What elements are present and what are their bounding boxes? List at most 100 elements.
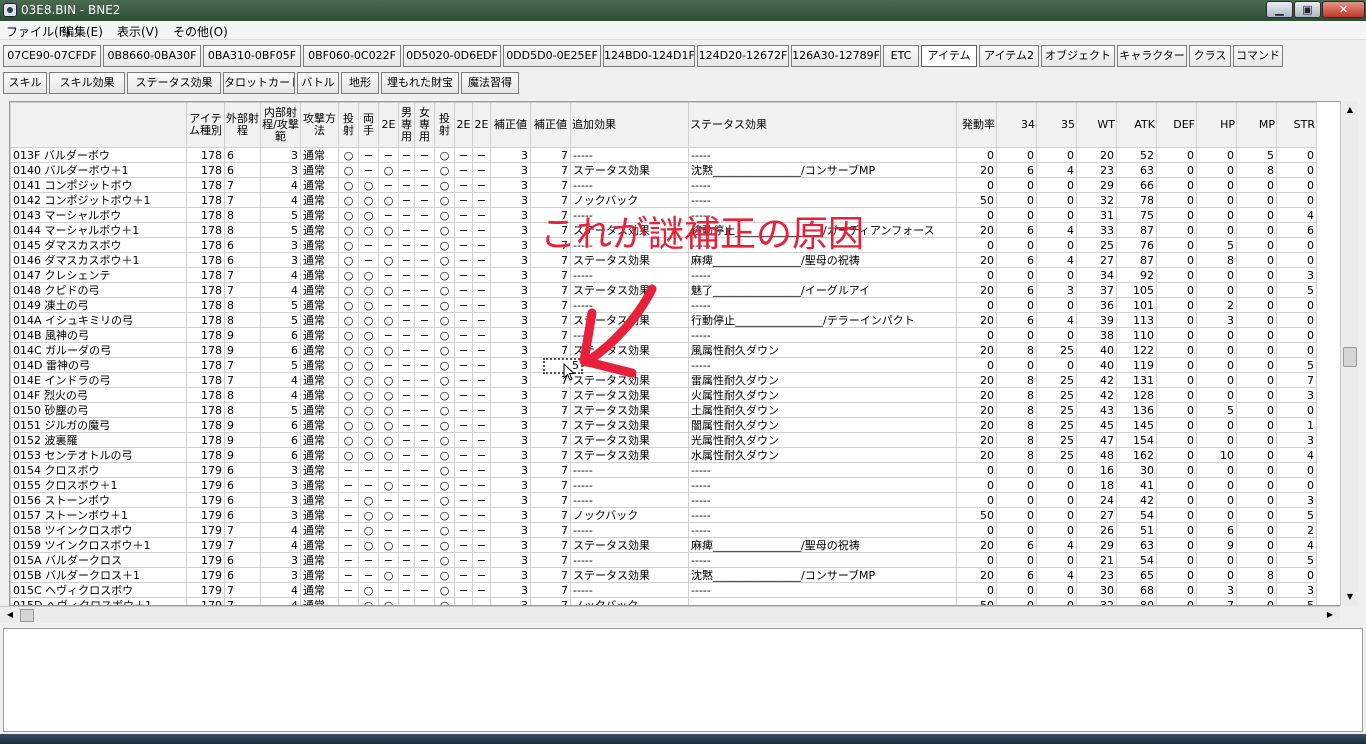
table-cell[interactable]: − (472, 312, 491, 328)
table-cell[interactable]: 3 (490, 507, 531, 523)
table-cell[interactable]: 通常 (300, 342, 339, 358)
table-cell[interactable]: − (472, 462, 491, 478)
table-row[interactable]: 0147 クレシェンテ 178 7 4 通常 ○ ○ − − − ○ − −3 7 ----- ----- 0 0… (10, 267, 1317, 283)
table-cell[interactable]: 0 (1156, 432, 1197, 448)
table-cell[interactable]: 土属性耐久ダウン (688, 402, 957, 418)
table-cell[interactable]: 0 (1156, 192, 1197, 208)
table-cell[interactable]: 20 (956, 162, 997, 178)
table-cell[interactable]: 0 (1196, 327, 1237, 343)
table-cell[interactable]: ○ (434, 597, 455, 605)
table-cell[interactable]: 20 (956, 402, 997, 418)
menu-other[interactable]: その他(O) (173, 23, 228, 40)
table-cell[interactable]: ○ (358, 312, 379, 328)
table-cell[interactable]: 0 (1036, 552, 1077, 568)
table-cell[interactable]: 8 (996, 402, 1037, 418)
table-cell[interactable]: 通常 (300, 567, 339, 583)
table-row[interactable]: 0148 クピドの弓 178 7 4 通常 ○ ○ ○ − − ○ − −3 7 ステータス効果 魅了____… (10, 282, 1317, 298)
table-cell[interactable]: 3 (490, 192, 531, 208)
table-cell[interactable]: 通常 (300, 402, 339, 418)
column-header-9[interactable]: 女専用 (414, 102, 435, 148)
table-cell[interactable]: − (472, 192, 491, 208)
table-cell[interactable]: 通常 (300, 207, 339, 223)
table-cell[interactable]: 65 (1116, 567, 1157, 583)
table-cell[interactable]: 通常 (300, 492, 339, 508)
table-cell[interactable]: 105 (1116, 282, 1157, 298)
table-cell[interactable]: 7 (530, 552, 571, 568)
table-cell[interactable]: ○ (338, 192, 359, 208)
table-cell[interactable]: − (378, 492, 399, 508)
table-cell[interactable]: − (414, 237, 435, 253)
table-cell[interactable]: 7 (530, 462, 571, 478)
table-cell[interactable]: 41 (1116, 477, 1157, 493)
table-cell[interactable]: 178 (186, 267, 225, 283)
table-cell[interactable]: ----- (570, 177, 689, 193)
table-cell[interactable]: 7 (530, 312, 571, 328)
table-cell[interactable]: ○ (358, 417, 379, 433)
table-cell[interactable]: 3 (490, 267, 531, 283)
table-cell[interactable]: 179 (186, 522, 225, 538)
table-cell[interactable]: 014B 風神の弓 (10, 327, 187, 343)
table-cell[interactable]: ----- (688, 477, 957, 493)
table-cell[interactable]: ○ (378, 252, 399, 268)
table-cell[interactable]: 119 (1116, 357, 1157, 373)
table-cell[interactable]: − (414, 432, 435, 448)
table-cell[interactable]: 7 (530, 177, 571, 193)
table-cell[interactable]: ----- (688, 597, 957, 605)
table-cell[interactable]: 4 (260, 372, 301, 388)
table-cell[interactable]: 0 (1236, 237, 1277, 253)
table-cell[interactable]: 0 (1156, 567, 1197, 583)
table-cell[interactable]: − (398, 447, 415, 463)
table-cell[interactable]: 3 (260, 567, 301, 583)
table-cell[interactable]: 0 (1156, 417, 1197, 433)
horizontal-scroll-thumb[interactable] (20, 609, 34, 622)
table-cell[interactable]: 4 (260, 282, 301, 298)
column-header-21[interactable]: ATK (1116, 102, 1157, 148)
table-cell[interactable]: 6 (996, 537, 1037, 553)
table-cell[interactable]: ○ (378, 222, 399, 238)
table-cell[interactable]: 3 (490, 297, 531, 313)
table-cell[interactable]: 3 (490, 597, 531, 605)
table-cell[interactable]: − (454, 477, 473, 493)
table-cell[interactable]: 0 (1036, 582, 1077, 598)
table-cell[interactable]: 4 (260, 192, 301, 208)
table-cell[interactable]: 0 (1196, 177, 1237, 193)
table-cell[interactable]: ○ (434, 177, 455, 193)
table-cell[interactable]: 52 (1116, 147, 1157, 163)
scroll-down-arrow-icon[interactable]: ▼ (1342, 589, 1358, 605)
table-cell[interactable]: 7 (530, 327, 571, 343)
table-cell[interactable]: 178 (186, 327, 225, 343)
table-cell[interactable]: − (378, 237, 399, 253)
table-cell[interactable]: 179 (186, 492, 225, 508)
table-cell[interactable]: ステータス効果 (570, 537, 689, 553)
table-cell[interactable]: 通常 (300, 237, 339, 253)
column-header-16[interactable]: ステータス効果 (688, 102, 957, 148)
table-cell[interactable]: 9 (224, 327, 261, 343)
table-cell[interactable]: ○ (358, 222, 379, 238)
table-cell[interactable]: 38 (1076, 327, 1117, 343)
table-cell[interactable]: 0 (1156, 177, 1197, 193)
table-cell[interactable]: 0 (1236, 327, 1277, 343)
table-cell[interactable]: 0 (996, 327, 1037, 343)
table-cell[interactable]: 0153 センテオトルの弓 (10, 447, 187, 463)
table-cell[interactable]: 0 (1156, 507, 1197, 523)
table-cell[interactable]: 4 (260, 597, 301, 605)
table-cell[interactable]: 通常 (300, 177, 339, 193)
table-cell[interactable]: 0 (1276, 192, 1317, 208)
table-cell[interactable]: 0 (956, 552, 997, 568)
table-cell[interactable]: 3 (260, 477, 301, 493)
table-cell[interactable]: 4 (260, 522, 301, 538)
table-cell[interactable]: 3 (260, 492, 301, 508)
table-cell[interactable]: − (454, 387, 473, 403)
table-cell[interactable]: − (414, 162, 435, 178)
table-cell[interactable]: ○ (434, 462, 455, 478)
table-cell[interactable]: 7 (1196, 597, 1237, 605)
table-cell[interactable]: 5 (260, 357, 301, 373)
table-cell[interactable]: 7 (530, 492, 571, 508)
table-cell[interactable]: 0 (956, 267, 997, 283)
table-cell[interactable]: 179 (186, 567, 225, 583)
table-cell[interactable]: 178 (186, 177, 225, 193)
table-cell[interactable]: 0 (1196, 387, 1237, 403)
table-cell[interactable]: 0 (1276, 147, 1317, 163)
table-cell[interactable]: ○ (434, 252, 455, 268)
table-cell[interactable]: 8 (224, 207, 261, 223)
